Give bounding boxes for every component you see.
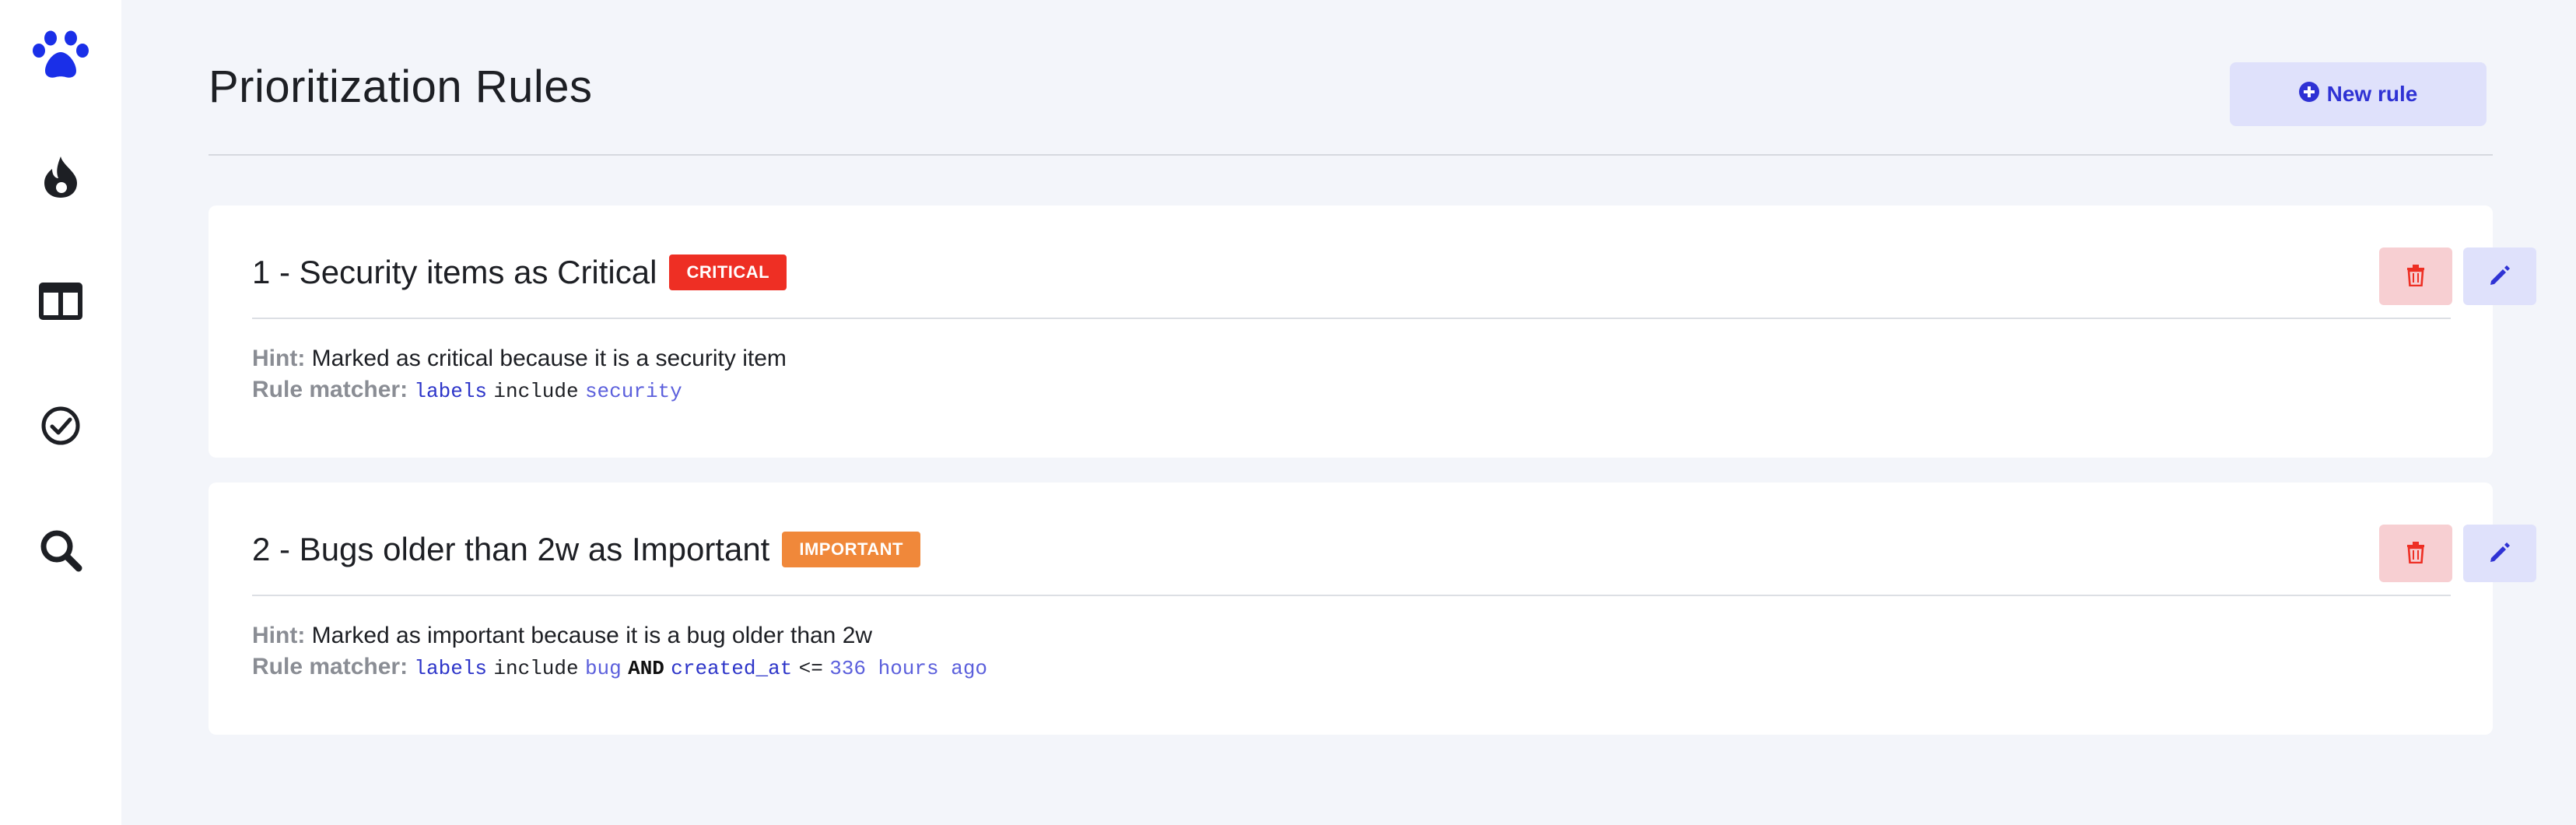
matcher-value: bug — [584, 657, 622, 680]
card-divider — [252, 318, 2451, 319]
delete-rule-button[interactable] — [2379, 248, 2452, 305]
rule-hint: Hint: Marked as critical because it is a… — [252, 346, 787, 372]
edit-rule-button[interactable] — [2463, 525, 2536, 582]
matcher-value: security — [584, 380, 682, 403]
sidebar — [0, 0, 121, 825]
rule-matcher: Rule matcher: labels include bug AND cre… — [252, 654, 987, 680]
check-circle-icon — [40, 405, 81, 446]
pencil-icon — [2489, 542, 2511, 566]
main-content: Prioritization Rules New rule 1 - Securi… — [121, 0, 2576, 825]
matcher-field: labels — [414, 380, 488, 403]
rule-title-row: 2 - Bugs older than 2w as Important IMPO… — [252, 531, 920, 568]
delete-rule-button[interactable] — [2379, 525, 2452, 582]
matcher-operator: include — [493, 657, 579, 680]
rule-card: 1 - Security items as Critical CRITICAL — [209, 205, 2536, 458]
plus-circle-icon — [2298, 81, 2319, 107]
priority-badge: CRITICAL — [669, 255, 787, 290]
trash-icon — [2406, 264, 2425, 289]
rule-hint: Hint: Marked as important because it is … — [252, 623, 872, 649]
page-title: Prioritization Rules — [209, 61, 593, 112]
rule-matcher: Rule matcher: labels include security — [252, 377, 682, 403]
priority-badge: IMPORTANT — [782, 532, 920, 567]
columns-icon — [39, 283, 82, 320]
new-rule-label: New rule — [2326, 82, 2418, 106]
search-icon — [39, 528, 82, 572]
new-rule-button[interactable]: New rule — [2230, 62, 2487, 126]
flame-icon — [43, 155, 79, 198]
matcher-field: labels — [414, 657, 488, 680]
hint-text: Marked as critical because it is a secur… — [311, 346, 787, 371]
trash-icon — [2406, 541, 2425, 566]
matcher-value: 336 hours ago — [829, 657, 988, 680]
header-divider — [209, 154, 2493, 156]
pencil-icon — [2489, 265, 2511, 289]
rule-card: 2 - Bugs older than 2w as Important IMPO… — [209, 483, 2536, 735]
sidebar-item-board[interactable] — [0, 258, 121, 344]
rule-title-row: 1 - Security items as Critical CRITICAL — [252, 254, 787, 291]
paw-icon — [31, 30, 90, 80]
sidebar-item-search[interactable] — [0, 507, 121, 593]
hint-text: Marked as important because it is a bug … — [311, 623, 873, 648]
edit-rule-button[interactable] — [2463, 248, 2536, 305]
hint-label: Hint: — [252, 346, 306, 371]
rule-title: 1 - Security items as Critical — [252, 254, 657, 290]
matcher-field: created_at — [671, 657, 793, 680]
sidebar-item-trending[interactable] — [0, 134, 121, 219]
card-divider — [252, 595, 2451, 596]
rule-title: 2 - Bugs older than 2w as Important — [252, 531, 770, 567]
hint-label: Hint: — [252, 623, 306, 648]
matcher-label: Rule matcher: — [252, 654, 408, 679]
matcher-joiner: AND — [628, 657, 664, 680]
matcher-operator: include — [493, 380, 579, 403]
matcher-operator: <= — [798, 657, 823, 680]
matcher-label: Rule matcher: — [252, 377, 408, 402]
sidebar-item-done[interactable] — [0, 383, 121, 469]
sidebar-item-home[interactable] — [0, 12, 121, 98]
